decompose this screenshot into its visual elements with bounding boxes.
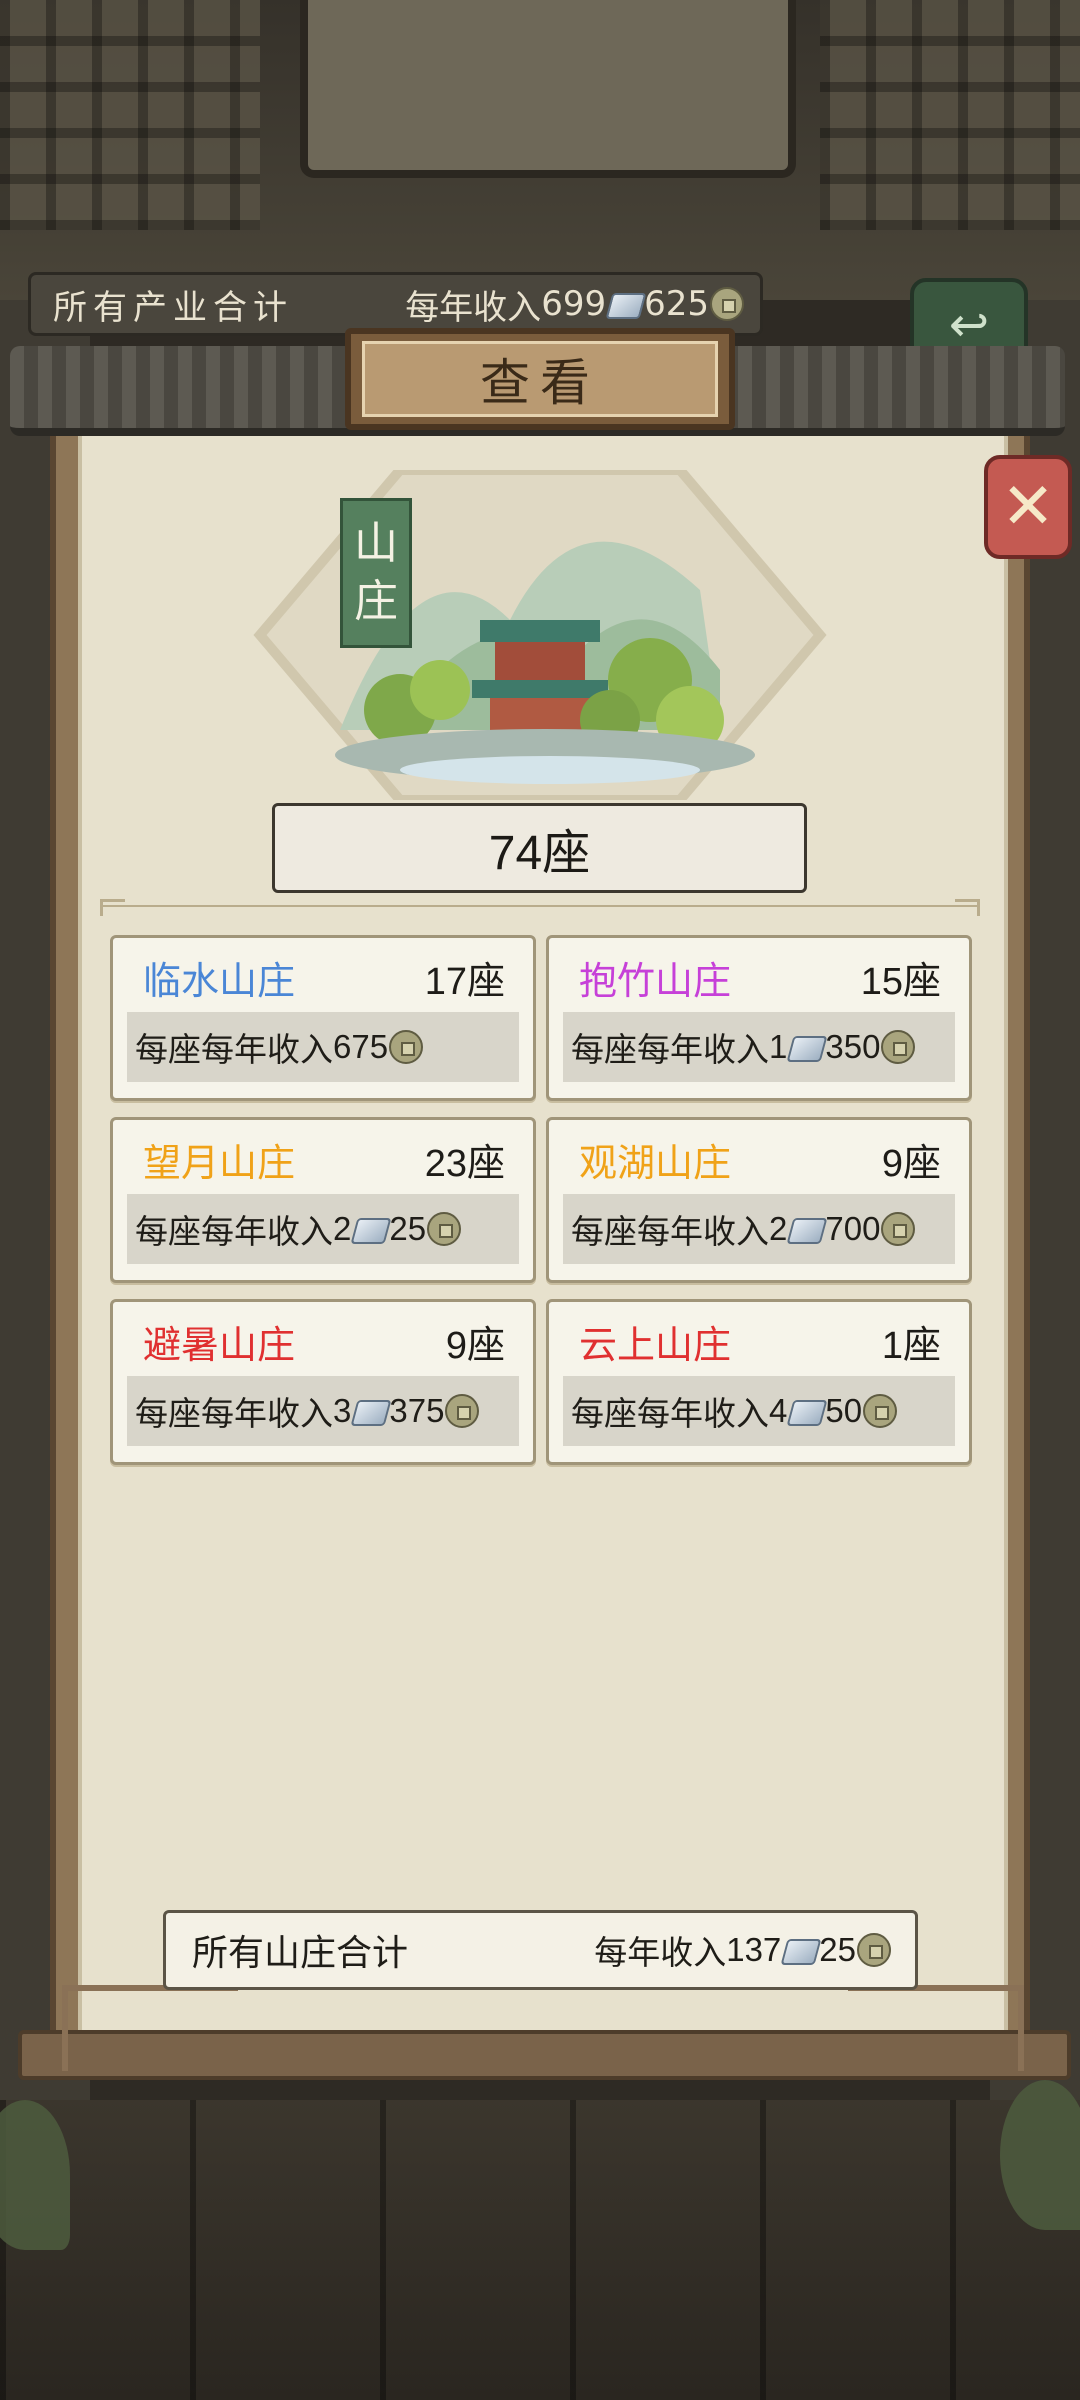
villa-income-row: 每座每年收入 4 50 (563, 1376, 955, 1446)
villa-card[interactable]: 临水山庄 17座 每座每年收入 675 (110, 935, 536, 1101)
summary-income-label: 每年收入 (405, 287, 542, 328)
close-icon: ✕ (1001, 470, 1055, 544)
villa-income-row: 每座每年收入 675 (127, 1012, 519, 1082)
villa-count: 17座 (424, 961, 505, 1003)
villa-count: 9座 (445, 1325, 505, 1367)
villa-coin-value: 675 (333, 1028, 389, 1065)
silver-ingot-icon (788, 1032, 824, 1062)
copper-coin-icon (710, 287, 744, 321)
villa-card[interactable]: 抱竹山庄 15座 每座每年收入 1 350 (546, 935, 972, 1101)
villa-name: 临水山庄 (143, 961, 296, 1003)
villa-count: 9座 (881, 1143, 941, 1185)
villa-income-label: 每座每年收入 (571, 1213, 769, 1250)
villa-income-row: 每座每年收入 2 700 (563, 1194, 955, 1264)
silver-ingot-icon (607, 289, 643, 319)
silver-ingot-icon (788, 1396, 824, 1426)
villa-income-label: 每座每年收入 (135, 1395, 333, 1432)
leaf-decoration-right (1000, 2080, 1080, 2230)
villa-count: 15座 (860, 961, 941, 1003)
category-tag-char-1: 山 (354, 518, 398, 569)
villa-silver-value: 2 (333, 1210, 352, 1247)
villa-coin-value: 25 (389, 1210, 427, 1247)
villa-silver-value: 4 (769, 1392, 788, 1429)
villa-card[interactable]: 云上山庄 1座 每座每年收入 4 50 (546, 1299, 972, 1465)
villa-income-label: 每座每年收入 (571, 1031, 769, 1068)
villa-coin-value: 50 (825, 1392, 863, 1429)
villa-name: 抱竹山庄 (579, 961, 732, 1003)
window-lattice-left (0, 0, 260, 230)
villa-total-bar: 所有山庄合计 每年收入 137 25 (163, 1910, 918, 1990)
section-divider (100, 899, 980, 919)
villa-income-row: 每座每年收入 1 350 (563, 1012, 955, 1082)
copper-coin-icon (427, 1212, 462, 1246)
villa-card[interactable]: 观湖山庄 9座 每座每年收入 2 700 (546, 1117, 972, 1283)
total-label: 所有山庄合计 (192, 1932, 409, 1973)
copper-coin-icon (881, 1212, 916, 1246)
silver-ingot-icon (782, 1935, 818, 1965)
copper-coin-icon (863, 1394, 898, 1428)
villa-income-label: 每座每年收入 (571, 1395, 769, 1432)
villa-card[interactable]: 望月山庄 23座 每座每年收入 2 25 (110, 1117, 536, 1283)
category-tag-char-2: 庄 (354, 576, 398, 627)
industry-summary-bar: 所有产业合计 每年收入 699 625 (28, 272, 763, 336)
dialog-title: 查看 (362, 341, 718, 417)
villa-income-label: 每座每年收入 (135, 1031, 333, 1068)
villa-name: 避暑山庄 (143, 1325, 296, 1367)
frame-corner-right (848, 1985, 1024, 2071)
villa-silver-value: 3 (333, 1392, 352, 1429)
copper-coin-icon (857, 1933, 891, 1967)
villa-count: 23座 (424, 1143, 505, 1185)
villa-name: 云上山庄 (579, 1325, 732, 1367)
category-tag: 山 庄 (340, 498, 412, 648)
summary-silver-value: 699 (541, 284, 607, 324)
silver-ingot-icon (352, 1396, 388, 1426)
copper-coin-icon (445, 1394, 480, 1428)
copper-coin-icon (881, 1030, 916, 1064)
villa-silver-value: 2 (769, 1210, 788, 1247)
villa-income-row: 每座每年收入 3 375 (127, 1376, 519, 1446)
silver-ingot-icon (788, 1214, 824, 1244)
summary-label: 所有产业合计 (53, 287, 293, 328)
villa-count: 1座 (881, 1325, 941, 1367)
close-button[interactable]: ✕ (984, 455, 1072, 559)
villa-illustration (253, 470, 827, 800)
total-income: 每年收入 137 25 (594, 1926, 915, 1974)
total-coin-value: 25 (819, 1931, 856, 1968)
villa-name: 观湖山庄 (579, 1143, 732, 1185)
total-count: 74座 (272, 803, 807, 893)
dialog-title-plate: 查看 (345, 328, 735, 430)
frame-corner-left (62, 1985, 238, 2071)
total-silver-value: 137 (726, 1931, 782, 1968)
villa-coin-value: 700 (825, 1210, 881, 1247)
villa-name: 望月山庄 (143, 1143, 296, 1185)
wall-painting (300, 0, 796, 178)
villa-coin-value: 375 (389, 1392, 445, 1429)
summary-income: 每年收入 699 625 (405, 280, 760, 329)
copper-coin-icon (389, 1030, 424, 1064)
silver-ingot-icon (352, 1214, 388, 1244)
villa-silver-value: 1 (769, 1028, 788, 1065)
villa-card[interactable]: 避暑山庄 9座 每座每年收入 3 375 (110, 1299, 536, 1465)
background-floor (0, 2100, 1080, 2400)
window-lattice-right (820, 0, 1080, 230)
villa-income-row: 每座每年收入 2 25 (127, 1194, 519, 1264)
villa-coin-value: 350 (825, 1028, 881, 1065)
total-income-label: 每年收入 (594, 1934, 727, 1971)
summary-coin-value: 625 (644, 284, 709, 324)
villa-income-label: 每座每年收入 (135, 1213, 333, 1250)
